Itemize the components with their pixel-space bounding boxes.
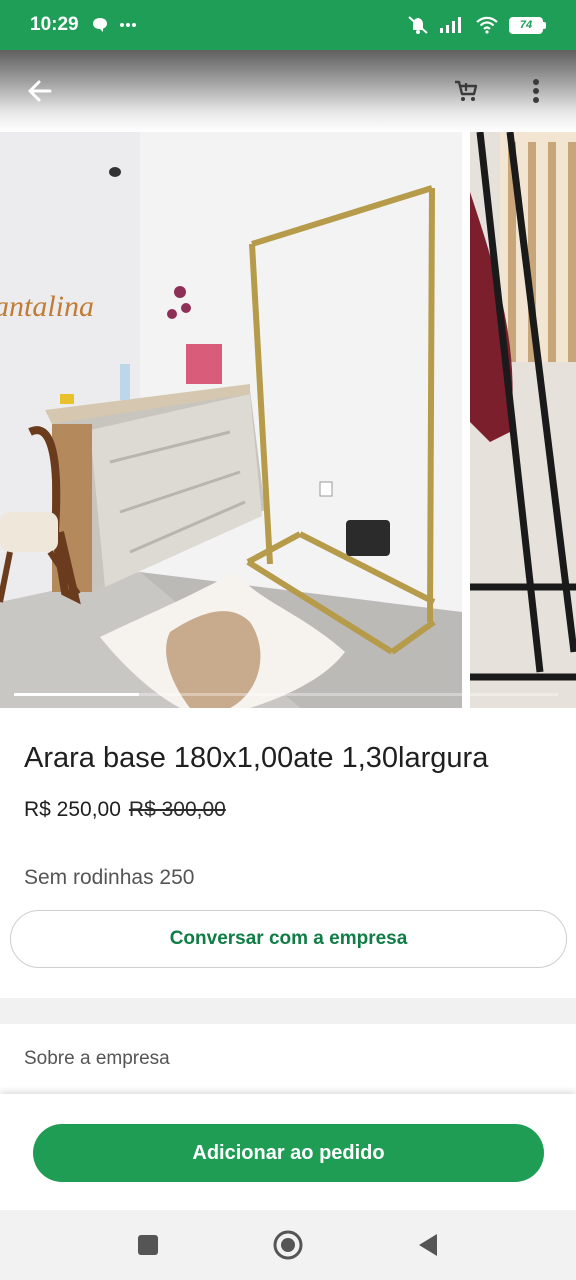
product-title: Arara base 180x1,00ate 1,30largura (24, 742, 489, 774)
about-company-label: Sobre a empresa (24, 1048, 170, 1069)
more-dots-icon (119, 23, 136, 27)
gallery-progress-fill (14, 693, 140, 696)
product-image-gallery[interactable]: antalina (0, 132, 576, 708)
back-button[interactable] (20, 71, 60, 111)
more-options-button[interactable] (516, 71, 556, 111)
cart-button[interactable] (446, 71, 486, 111)
signal-icon (440, 17, 461, 33)
current-price: R$ 250,00 (24, 798, 121, 821)
system-nav-bar (0, 1210, 576, 1280)
wifi-icon (476, 16, 498, 34)
home-circle-icon (273, 1230, 303, 1260)
price-row: R$ 250,00 R$ 300,00 (24, 798, 226, 822)
top-app-bar (0, 50, 576, 132)
chat-with-company-button[interactable]: Conversar com a empresa (10, 910, 567, 968)
chat-bubble-icon (92, 18, 107, 32)
section-divider (0, 998, 576, 1024)
product-description: Sem rodinhas 250 (24, 866, 195, 889)
cart-icon (455, 80, 478, 101)
gallery-progress-bar (14, 693, 558, 696)
recents-button[interactable] (128, 1225, 168, 1265)
status-bar: 10:29 74 (0, 0, 576, 50)
more-vert-icon (533, 79, 539, 103)
home-button[interactable] (268, 1225, 308, 1265)
product-photo-next[interactable] (470, 132, 576, 708)
system-back-button[interactable] (408, 1225, 448, 1265)
status-time: 10:29 (30, 14, 79, 35)
about-company-row[interactable]: Sobre a empresa (0, 1024, 576, 1094)
battery-icon: 74 (509, 16, 546, 34)
logo-text: antalina (0, 290, 94, 323)
bottom-action-panel: Adicionar ao pedido (0, 1094, 576, 1210)
add-to-order-button[interactable]: Adicionar ao pedido (33, 1124, 544, 1182)
back-triangle-icon (419, 1234, 437, 1256)
old-price: R$ 300,00 (128, 798, 226, 821)
battery-level: 74 (509, 16, 543, 34)
mute-icon (408, 16, 428, 34)
product-photo[interactable]: antalina (0, 132, 462, 708)
recents-square-icon (138, 1235, 158, 1255)
back-arrow-icon (28, 80, 52, 102)
